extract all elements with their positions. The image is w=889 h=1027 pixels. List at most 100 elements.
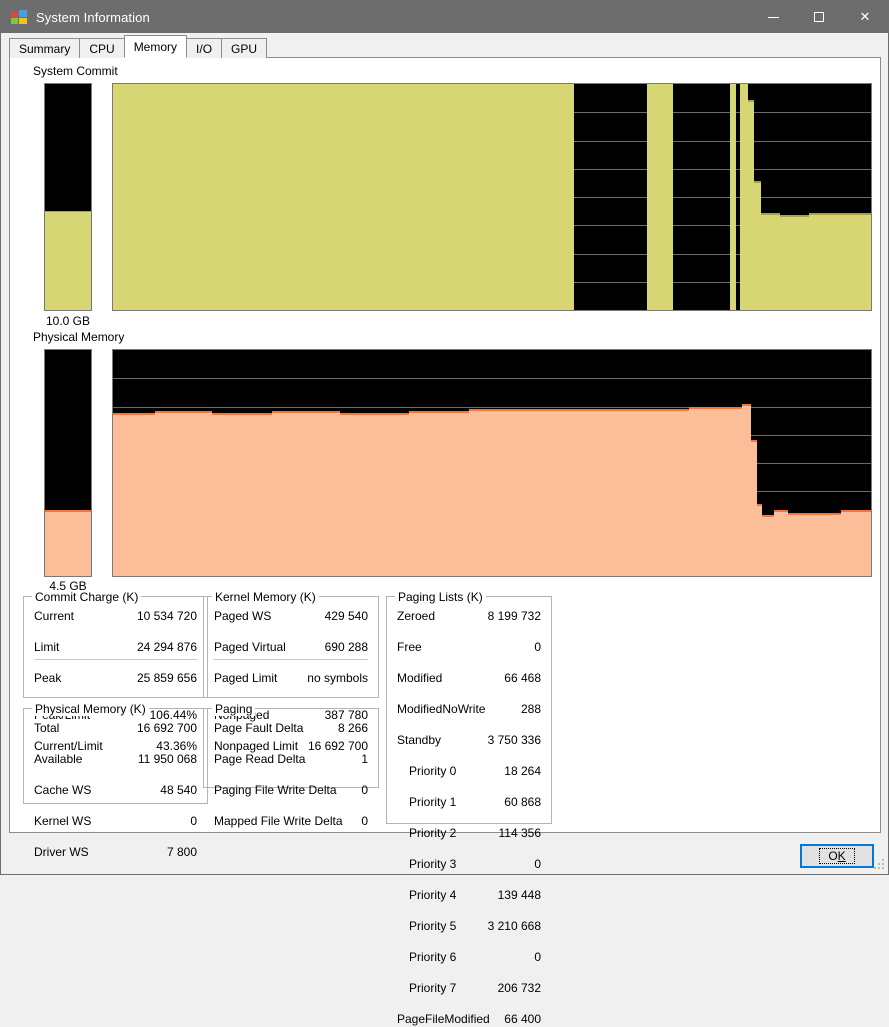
system-commit-graph — [112, 83, 872, 311]
paging-lists-group-title: Paging Lists (K) — [395, 590, 486, 604]
paged-ws-value: 429 540 — [325, 609, 368, 623]
graph-line — [469, 409, 537, 411]
paging-group-title: Paging — [212, 702, 255, 716]
paging-group: Paging Page Fault Delta 8 266 Page Read … — [203, 708, 379, 788]
table-row: Priority 2114 356 — [387, 826, 551, 841]
system-commit-gauge-fill — [45, 211, 91, 310]
graph-line — [757, 504, 762, 506]
table-row: Priority 60 — [387, 950, 551, 965]
graph-sample — [780, 215, 809, 310]
graph-sample — [742, 404, 751, 576]
table-row: Zeroed8 199 732 — [387, 609, 551, 624]
phys-cache-ws-value: 48 540 — [160, 783, 197, 797]
paging-list-label: Priority 1 — [409, 795, 456, 809]
paging-list-value: 139 448 — [498, 888, 541, 902]
maximize-icon — [814, 12, 824, 22]
graph-sample — [113, 84, 574, 310]
minimize-icon — [768, 17, 779, 18]
table-row: Priority 160 868 — [387, 795, 551, 810]
graph-sample — [469, 409, 537, 576]
graph-sample — [689, 407, 742, 577]
tab-gpu[interactable]: GPU — [221, 38, 267, 58]
graph-sample — [761, 213, 780, 310]
graph-sample — [613, 409, 689, 576]
graph-line — [754, 181, 761, 183]
table-row: Page Read Delta 1 — [204, 752, 378, 767]
commit-peak-value: 25 859 656 — [137, 671, 197, 685]
graph-sample — [774, 510, 788, 576]
commit-peak-label: Peak — [34, 671, 61, 685]
table-row: Kernel WS 0 — [24, 814, 207, 829]
table-row: Paged Limit no symbols — [204, 671, 378, 686]
page-fault-delta-value: 8 266 — [338, 721, 368, 735]
gridline — [113, 378, 871, 379]
phys-total-value: 16 692 700 — [137, 721, 197, 735]
tab-memory[interactable]: Memory — [124, 35, 187, 58]
commit-limit-label: Limit — [34, 640, 59, 654]
ok-button[interactable]: OK — [800, 844, 874, 868]
table-row: Limit 24 294 876 — [24, 640, 207, 655]
phys-driver-ws-value: 7 800 — [167, 845, 197, 859]
paging-list-label: Priority 0 — [409, 764, 456, 778]
tab-cpu[interactable]: CPU — [79, 38, 124, 58]
commit-limit-value: 24 294 876 — [137, 640, 197, 654]
mapped-file-write-delta-value: 0 — [361, 814, 368, 828]
graph-line — [761, 213, 780, 215]
graph-line — [212, 413, 273, 415]
table-row: Paged WS 429 540 — [204, 609, 378, 624]
process-explorer-icon — [10, 8, 28, 26]
close-icon: ✕ — [860, 11, 871, 24]
paging-list-value: 0 — [534, 640, 541, 654]
physical-memory-gauge — [44, 349, 92, 577]
minimize-button[interactable] — [750, 1, 796, 33]
paging-list-value: 8 199 732 — [488, 609, 541, 623]
paging-list-value: 3 750 336 — [488, 733, 541, 747]
table-row: PageFileModified66 400 — [387, 1012, 551, 1027]
graph-sample — [537, 409, 613, 576]
page-read-delta-value: 1 — [361, 752, 368, 766]
paged-ws-label: Paged WS — [214, 609, 271, 623]
paging-lists-group: Paging Lists (K) Zeroed8 199 732Free0Mod… — [386, 596, 552, 824]
system-commit-gauge — [44, 83, 92, 311]
divider — [34, 659, 197, 660]
physical-memory-group: Physical Memory (K) Total 16 692 700 Ava… — [23, 708, 208, 804]
paging-list-label: Priority 7 — [409, 981, 456, 995]
page-fault-delta-label: Page Fault Delta — [214, 721, 303, 735]
graph-sample — [340, 413, 408, 576]
paging-list-value: 206 732 — [498, 981, 541, 995]
graph-line — [774, 510, 788, 512]
table-row: Peak 25 859 656 — [24, 671, 207, 686]
commit-current-value: 10 534 720 — [137, 609, 197, 623]
table-row: Modified66 468 — [387, 671, 551, 686]
phys-kernel-ws-label: Kernel WS — [34, 814, 91, 828]
paging-list-value: 18 264 — [504, 764, 541, 778]
commit-charge-group-title: Commit Charge (K) — [32, 590, 141, 604]
close-button[interactable]: ✕ — [842, 1, 888, 33]
paging-list-label: Free — [397, 640, 422, 654]
maximize-button[interactable] — [796, 1, 842, 33]
paging-file-write-delta-label: Paging File Write Delta — [214, 783, 337, 797]
paging-list-label: Priority 2 — [409, 826, 456, 840]
graph-sample — [113, 413, 155, 576]
table-row: Priority 0 18 264 — [387, 764, 551, 779]
physical-memory-gauge-fill — [45, 510, 91, 576]
paged-virtual-value: 690 288 — [325, 640, 368, 654]
graph-sample — [829, 213, 871, 310]
tab-io[interactable]: I/O — [186, 38, 222, 58]
tab-summary[interactable]: Summary — [9, 38, 80, 58]
resize-grip[interactable] — [873, 859, 885, 871]
table-row: Priority 4139 448 — [387, 888, 551, 903]
graph-line — [809, 213, 829, 215]
paging-list-value: 0 — [534, 950, 541, 964]
table-row: Current 10 534 720 — [24, 609, 207, 624]
physical-memory-group-title: Physical Memory (K) — [32, 702, 149, 716]
graph-sample — [809, 213, 829, 310]
table-row: Total 16 692 700 — [24, 721, 207, 736]
paging-list-label: Standby — [397, 733, 441, 747]
table-row: Driver WS 7 800 — [24, 845, 207, 860]
graph-sample — [740, 84, 748, 310]
table-row: Available 11 950 068 — [24, 752, 207, 767]
divider — [214, 659, 368, 660]
paging-file-write-delta-value: 0 — [361, 783, 368, 797]
paging-list-value: 66 400 — [504, 1012, 541, 1026]
